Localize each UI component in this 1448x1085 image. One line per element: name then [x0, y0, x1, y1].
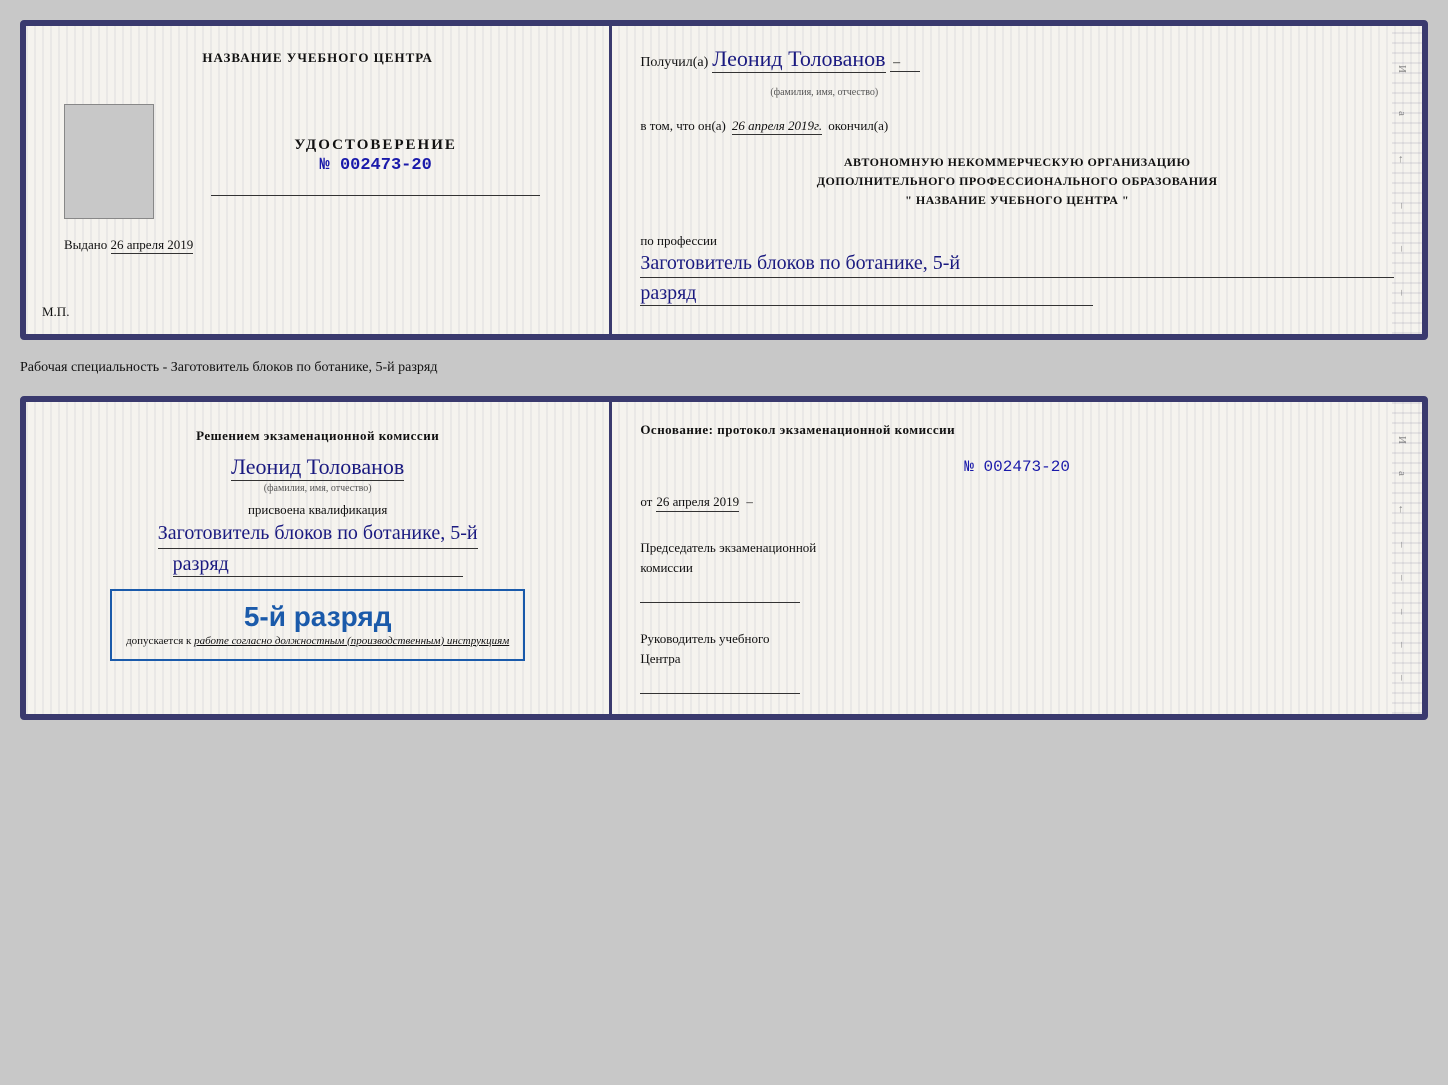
vtom-line: в том, что он(а) 26 апреля 2019г. окончи…: [640, 118, 1394, 135]
page-wrapper: НАЗВАНИЕ УЧЕБНОГО ЦЕНТРА УДОСТОВЕРЕНИЕ №…: [20, 20, 1428, 720]
side-char-dash6: –: [1396, 609, 1408, 615]
dopusk-prefix: допускается к: [126, 635, 191, 647]
side-char-a: а: [1396, 111, 1408, 116]
side-char-dash3: –: [1396, 290, 1408, 296]
side-char-i: И: [1396, 65, 1408, 73]
card1-left: НАЗВАНИЕ УЧЕБНОГО ЦЕНТРА УДОСТОВЕРЕНИЕ №…: [26, 26, 612, 334]
side-char-arrow: ←: [1396, 154, 1408, 165]
stamp-dopusk: допускается к работе согласно должностны…: [126, 633, 509, 650]
document-card-1: НАЗВАНИЕ УЧЕБНОГО ЦЕНТРА УДОСТОВЕРЕНИЕ №…: [20, 20, 1428, 340]
vtom-prefix: в том, что он(а): [640, 118, 726, 134]
predsedatel-signature: [640, 585, 800, 603]
rukovoditel-signature: [640, 676, 800, 694]
ot-date: 26 апреля 2019: [656, 494, 739, 512]
fio-caption-2: (фамилия, имя, отчество): [264, 483, 372, 494]
okonchil: окончил(а): [828, 118, 888, 134]
specialty-label: Рабочая специальность - Заготовитель бло…: [20, 358, 1428, 378]
vydano-date: 26 апреля 2019: [111, 237, 194, 254]
razryad2-written: разряд: [173, 553, 463, 577]
person-name-2: Леонид Толованов: [231, 454, 404, 481]
vydano-prefix: Выдано: [64, 237, 107, 252]
predsedatel-label: Председатель экзаменационной комиссии: [640, 538, 1394, 577]
dopusk-text: работе согласно должностным (производств…: [194, 635, 509, 647]
udostoverenie-label: УДОСТОВЕРЕНИЕ: [294, 137, 457, 154]
side-char-a2: а: [1396, 471, 1408, 476]
protocol-number: № 002473-20: [640, 458, 1394, 476]
prisvoena-label: присвоена квалификация: [248, 502, 387, 518]
photo-placeholder: [64, 104, 154, 219]
side-char-dash7: –: [1396, 642, 1408, 648]
recipient-line: Получил(а) Леонид Толованов –: [640, 46, 1394, 73]
predsedatel-line1: Председатель экзаменационной: [640, 538, 1394, 558]
qualification-written: Заготовитель блоков по ботанике, 5-й: [158, 518, 478, 549]
card2-left: Решением экзаменационной комиссии Леонид…: [26, 402, 612, 714]
rukovoditel-line1: Руководитель учебного: [640, 629, 1394, 649]
resheniem-label: Решением экзаменационной комиссии: [196, 426, 439, 446]
side-char-dash4: –: [1396, 542, 1408, 548]
side-char-dash8: –: [1396, 675, 1408, 681]
stamp-grade: 5-й разряд: [126, 601, 509, 633]
ot-date-line: от 26 апреля 2019 –: [640, 494, 1394, 512]
org-block: АВТОНОМНУЮ НЕКОММЕРЧЕСКУЮ ОРГАНИЗАЦИЮ ДО…: [640, 153, 1394, 211]
profession-written: Заготовитель блоков по ботанике, 5-й: [640, 249, 1394, 278]
mp-label: М.П.: [42, 304, 69, 320]
ot-prefix: от: [640, 494, 652, 510]
recipient-name: Леонид Толованов: [712, 46, 885, 73]
side-char-i2: И: [1396, 436, 1408, 444]
rukovoditel-label: Руководитель учебного Центра: [640, 629, 1394, 668]
razryad-written: разряд: [640, 282, 1092, 306]
osnovanie-label: Основание: протокол экзаменационной коми…: [640, 422, 1394, 438]
fio-caption-1: (фамилия, имя, отчество): [770, 87, 1428, 98]
side-char-dash2: –: [1396, 246, 1408, 252]
rukovoditel-block: Руководитель учебного Центра: [640, 629, 1394, 694]
org-line2: ДОПОЛНИТЕЛЬНОГО ПРОФЕССИОНАЛЬНОГО ОБРАЗО…: [640, 172, 1394, 191]
rukovoditel-line2: Центра: [640, 649, 1394, 669]
side-labels-1: И а ← – – –: [1390, 26, 1414, 334]
card2-right: Основание: протокол экзаменационной коми…: [612, 402, 1422, 714]
center-name-label: НАЗВАНИЕ УЧЕБНОГО ЦЕНТРА: [202, 50, 433, 66]
vydano-line: Выдано 26 апреля 2019: [64, 237, 193, 253]
org-line3: " НАЗВАНИЕ УЧЕБНОГО ЦЕНТРА ": [640, 191, 1394, 210]
side-labels-2: И а ← – – – – –: [1390, 402, 1414, 714]
org-line1: АВТОНОМНУЮ НЕКОММЕРЧЕСКУЮ ОРГАНИЗАЦИЮ: [640, 153, 1394, 172]
predsedatel-line2: комиссии: [640, 558, 1394, 578]
po-professii-label: по профессии: [640, 233, 1394, 249]
vtom-date: 26 апреля 2019г.: [732, 118, 822, 135]
predsedatel-block: Председатель экзаменационной комиссии: [640, 538, 1394, 603]
card1-right: Получил(а) Леонид Толованов – (фамилия, …: [612, 26, 1422, 334]
stamp-box: 5-й разряд допускается к работе согласно…: [110, 589, 525, 662]
udostoverenie-number: № 002473-20: [320, 156, 432, 175]
side-char-dash5: –: [1396, 575, 1408, 581]
poluchil-prefix: Получил(а): [640, 55, 708, 71]
side-char-dash1: –: [1396, 203, 1408, 209]
document-card-2: Решением экзаменационной комиссии Леонид…: [20, 396, 1428, 720]
side-char-arrow2: ←: [1396, 504, 1408, 515]
